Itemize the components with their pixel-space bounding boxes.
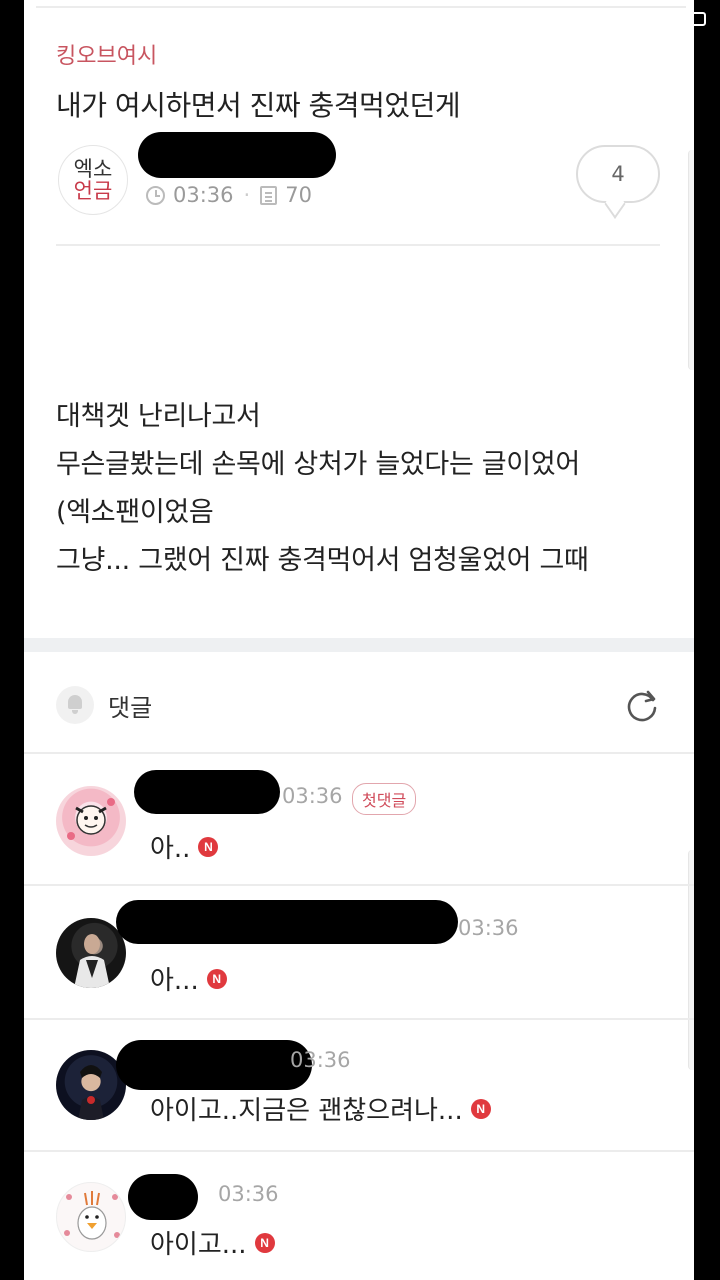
new-badge: N <box>198 836 219 857</box>
redacted-username <box>116 1040 312 1090</box>
redacted-author-name <box>138 132 336 178</box>
post-divider <box>56 244 660 246</box>
avatar[interactable] <box>56 918 126 988</box>
redacted-username <box>134 770 280 814</box>
comment-count: 4 <box>611 162 625 186</box>
comment-item[interactable]: 03:36 아... N <box>24 888 694 1020</box>
comment-text: 아.. <box>150 834 191 864</box>
board-name[interactable]: 킹오브여시 <box>56 38 157 70</box>
comment-time: 03:36 <box>458 916 519 940</box>
comment-text-row: 아.. N <box>150 828 219 865</box>
comment-text: 아이고..지금은 괜찮으려나... <box>150 1096 463 1126</box>
author-badge-line1: 엑소 <box>73 156 113 181</box>
new-badge: N <box>254 1232 275 1253</box>
post-body-line: 그냥... 그랬어 진짜 충격먹어서 엄청울었어 그때 <box>56 545 589 576</box>
clock-icon <box>146 185 165 205</box>
avatar-image <box>64 1191 120 1240</box>
post-body-line: 무슨글봤는데 손목에 상처가 늘었다는 글이었어 <box>56 449 580 480</box>
avatar[interactable] <box>56 1182 126 1252</box>
meta-separator: · <box>243 183 251 207</box>
redacted-username <box>128 1174 198 1220</box>
redacted-username <box>116 900 458 944</box>
comment-text-row: 아이고..지금은 괜찮으려나... N <box>150 1090 491 1127</box>
avatar-image <box>74 934 110 988</box>
comments-header: 댓글 <box>56 686 152 724</box>
comment-text-row: 아... N <box>150 960 227 997</box>
post-views: 70 <box>285 183 312 207</box>
post-title: 내가 여시하면서 진짜 충격먹었던게 <box>56 89 461 122</box>
post-body-line: 대책겟 난리나고서 <box>56 401 261 432</box>
new-badge: N <box>470 1098 491 1119</box>
views-icon <box>260 185 278 205</box>
bell-icon[interactable] <box>56 686 94 724</box>
comment-count-button[interactable]: 4 <box>576 145 660 203</box>
first-comment-badge: 첫댓글 <box>352 783 417 815</box>
comments-label: 댓글 <box>108 693 153 722</box>
post-screen: 킹오브여시 내가 여시하면서 진짜 충격먹었던게 엑소 언금 03:36 · 7… <box>24 0 694 1280</box>
scrollbar[interactable] <box>688 150 694 370</box>
post-time: 03:36 <box>173 183 234 207</box>
refresh-icon[interactable] <box>624 688 660 724</box>
comment-text: 아... <box>150 966 199 996</box>
section-divider <box>24 638 694 652</box>
comment-text: 아이고... <box>150 1230 247 1260</box>
post-meta: 03:36 · 70 <box>146 183 312 207</box>
post-body: 대책겟 난리나고서 무슨글봤는데 손목에 상처가 늘었다는 글이었어 (엑소팬이… <box>56 393 589 585</box>
comment-text-row: 아이고... N <box>150 1224 275 1261</box>
comment-time: 03:36 <box>290 1048 351 1072</box>
avatar-image <box>67 798 115 840</box>
comment-time: 03:36 <box>218 1182 279 1206</box>
device-corner <box>0 0 14 22</box>
comment-time: 03:36 <box>282 784 343 808</box>
new-badge: N <box>206 968 227 989</box>
author-badge-line2: 언금 <box>73 179 113 203</box>
avatar[interactable] <box>56 786 126 856</box>
comment-item[interactable]: 03:36 아이고... N <box>24 1152 694 1280</box>
comment-item[interactable]: 03:36 첫댓글 아.. N <box>24 754 694 886</box>
post-body-line: (엑소팬이었음 <box>56 497 214 528</box>
comment-item[interactable]: 03:36 아이고..지금은 괜찮으려나... N <box>24 1020 694 1152</box>
top-divider <box>36 6 686 8</box>
author-avatar[interactable]: 엑소 언금 <box>58 145 128 215</box>
